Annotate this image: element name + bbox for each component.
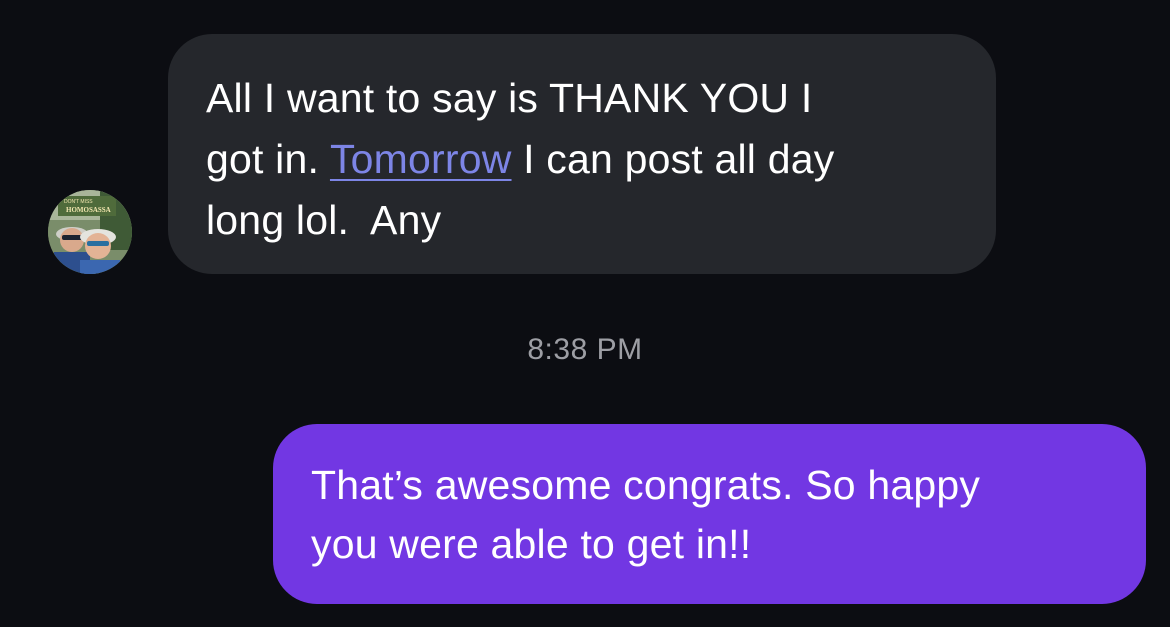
outgoing-message-line: That’s awesome congrats. So happy [311,462,981,508]
incoming-message-line: got in. Tomorrow I can post all day [206,129,966,190]
incoming-message-text: long lol. Any [206,197,442,243]
outgoing-message-line: you were able to get in!! [311,521,752,567]
incoming-message-bubble[interactable]: All I want to say is THANK YOU I got in.… [168,34,996,274]
incoming-message-text: I can post all day [511,136,835,182]
incoming-message-text: All I want to say is THANK YOU I [206,75,813,121]
avatar-sign-big: HOMOSASSA [66,206,111,214]
avatar-sign-small: DON'T MISS [64,199,93,205]
contact-avatar[interactable]: DON'T MISS HOMOSASSA [48,190,132,274]
incoming-message-line: All I want to say is THANK YOU I [206,68,966,129]
incoming-message-text: got in. [206,136,330,182]
message-timestamp: 8:38 PM [527,333,643,366]
outgoing-message-bubble[interactable]: That’s awesome congrats. So happy you we… [273,424,1146,604]
incoming-message-line: long lol. Any [206,190,966,251]
date-link[interactable]: Tomorrow [330,136,512,182]
avatar-photo: DON'T MISS HOMOSASSA [48,190,132,274]
